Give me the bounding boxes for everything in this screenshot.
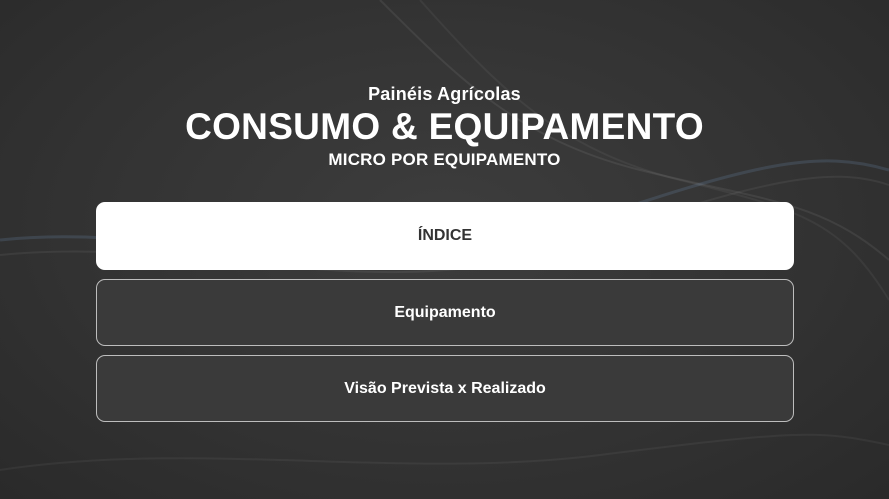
menu-button-visao-prevista-realizado[interactable]: Visão Prevista x Realizado [96,355,794,422]
menu-button-equipamento[interactable]: Equipamento [96,279,794,346]
menu-button-label: ÍNDICE [417,227,473,244]
dashboard-category: Painéis Agrícolas [368,84,521,104]
menu-button-label: Equipamento [394,303,496,321]
page-title: CONSUMO & EQUIPAMENTO [185,106,704,147]
menu-button-indice[interactable]: ÍNDICE [96,202,794,270]
page-subtitle: MICRO POR EQUIPAMENTO [328,150,561,169]
menu-button-label: Visão Prevista x Realizado [344,379,546,397]
